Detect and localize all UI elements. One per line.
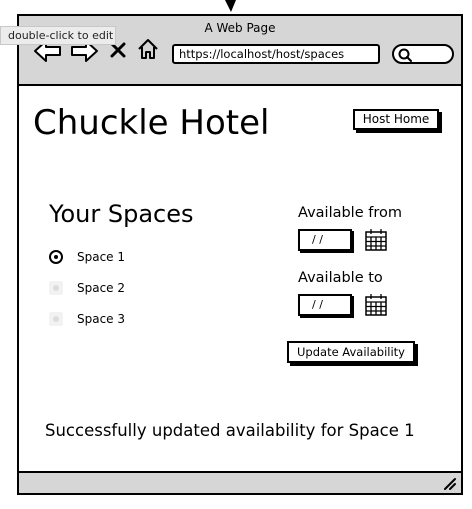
radio-selected[interactable] <box>49 250 63 264</box>
edit-tooltip: double-click to edit <box>0 26 116 45</box>
available-from-label: Available from <box>298 205 402 221</box>
success-message: Successfully updated availability for Sp… <box>45 421 415 440</box>
calendar-icon[interactable] <box>364 228 388 252</box>
available-from-input[interactable]: / / <box>298 229 352 251</box>
update-availability-button[interactable]: Update Availability <box>287 341 415 363</box>
calendar-icon[interactable] <box>364 293 388 317</box>
space-label: Space 3 <box>77 312 126 326</box>
available-to-label: Available to <box>298 270 383 286</box>
radio-unselected[interactable] <box>49 312 63 326</box>
search-icon <box>398 48 412 62</box>
status-bar <box>19 471 461 493</box>
resize-grip-icon[interactable] <box>442 476 456 490</box>
spaces-heading: Your Spaces <box>49 200 194 228</box>
radio-unselected[interactable] <box>49 281 63 295</box>
available-to-input[interactable]: / / <box>298 294 352 316</box>
space-label: Space 2 <box>77 281 126 295</box>
home-icon[interactable] <box>136 37 160 61</box>
host-home-button[interactable]: Host Home <box>353 109 439 130</box>
space-label: Space 1 <box>77 250 126 264</box>
page-title: Chuckle Hotel <box>33 103 270 143</box>
url-input[interactable]: https://localhost/host/spaces <box>172 44 380 64</box>
search-input[interactable] <box>392 44 454 64</box>
cursor-arrow-icon <box>225 0 236 12</box>
